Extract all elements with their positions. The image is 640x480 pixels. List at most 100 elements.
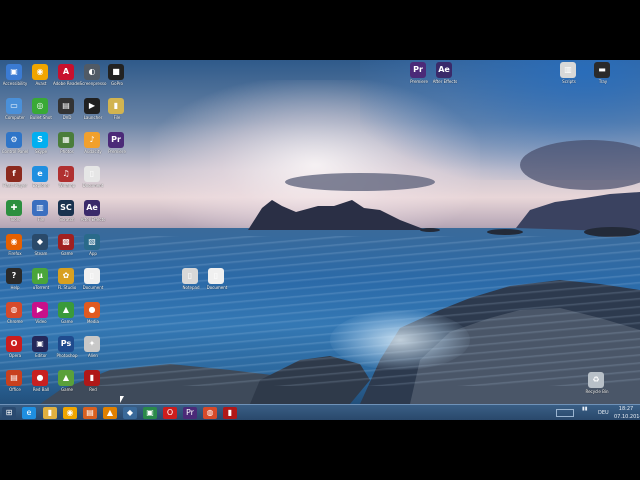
app-icon[interactable]: ◆ xyxy=(123,407,137,419)
desktop-icon-glyph: f xyxy=(6,166,22,182)
island-shape xyxy=(248,200,426,230)
desktop-icon-glyph: ▯ xyxy=(84,166,100,182)
desktop-icon[interactable]: Pr Premiere xyxy=(104,132,130,162)
desktop-icon-glyph: ▭ xyxy=(6,98,22,114)
chrome-icon[interactable]: ◍ xyxy=(203,407,217,419)
desktop-icon-glyph: ◍ xyxy=(6,302,22,318)
desktop-icon-label: Media xyxy=(86,319,99,324)
rock-shape xyxy=(487,229,523,235)
desktop-icon-glyph: ▮ xyxy=(108,98,124,114)
desktop-icon-label: Document xyxy=(82,285,104,290)
desktop-icon-glyph: ✦ xyxy=(84,336,100,352)
ie-icon[interactable]: e xyxy=(22,407,36,419)
desktop-icon-label: Red xyxy=(89,387,97,392)
desktop-icon-glyph: ▮ xyxy=(84,370,100,386)
desktop-icon-label: Document xyxy=(206,285,228,290)
start-button[interactable]: ⊞ xyxy=(2,407,16,419)
wallpaper-foam xyxy=(330,310,470,370)
desktop-icon-label: After Effects xyxy=(80,217,106,222)
chart-icon[interactable]: ▤ xyxy=(83,407,97,419)
mountain-shape xyxy=(516,192,640,232)
desktop-icon-label: App xyxy=(89,251,97,256)
desktop-icon-glyph: ▦ xyxy=(58,132,74,148)
desktop-icon[interactable]: ▯ Document xyxy=(80,268,106,298)
desktop-icon-glyph: ▤ xyxy=(58,98,74,114)
desktop-icon-label: Recycle Bin xyxy=(585,389,609,394)
vlc-icon[interactable]: ▲ xyxy=(103,407,117,419)
desktop-icon-label: Premiere xyxy=(108,149,126,154)
desktop-icon-glyph: O xyxy=(6,336,22,352)
desktop-icon-glyph: SC xyxy=(58,200,74,216)
desktop-icon-glyph: ✚ xyxy=(6,200,22,216)
desktop-icon-glyph: ▩ xyxy=(58,234,74,250)
desktop-icon[interactable]: Ae After Effects xyxy=(80,200,106,230)
desktop-icon-label: Tray xyxy=(598,79,608,84)
desktop-icon-glyph: ♪ xyxy=(84,132,100,148)
desktop-icon-glyph: ⚙ xyxy=(6,132,22,148)
desktop-icon-label: After Effects xyxy=(432,79,458,84)
desktop-icon-glyph: ◐ xyxy=(84,64,100,80)
letterbox-top xyxy=(0,0,640,60)
desktop-icon[interactable]: ▮ File xyxy=(104,98,130,128)
desktop-icon-glyph: ✿ xyxy=(58,268,74,284)
desktop-icon-glyph: ● xyxy=(84,302,100,318)
desktop-icon-glyph: ▯ xyxy=(208,268,224,284)
desktop-icon-glyph: ▣ xyxy=(6,64,22,80)
desktop-icon[interactable]: ▬ Tray xyxy=(590,62,616,92)
desktop-icon[interactable]: ♻ Recycle Bin xyxy=(584,372,610,402)
desktop-icon-glyph: ▬ xyxy=(594,62,610,78)
desktop-icon-glyph: A xyxy=(58,64,74,80)
desktop-icon-glyph: ♫ xyxy=(58,166,74,182)
desktop[interactable]: ▣ Accessibility ◉ Avast A Adobe Reader ◐ Screen… xyxy=(0,60,640,404)
desktop-icon[interactable]: ▧ App xyxy=(80,234,106,264)
green-icon[interactable]: ▣ xyxy=(143,407,157,419)
desktop-icon-glyph: ◎ xyxy=(32,98,48,114)
desktop-icon-glyph: ▥ xyxy=(32,200,48,216)
desktop-icon-label: File xyxy=(113,115,121,120)
desktop-icon[interactable]: ▥ Scripts xyxy=(556,62,582,92)
desktop-icon-glyph: Ps xyxy=(58,336,74,352)
desktop-icon-glyph: ▧ xyxy=(84,234,100,250)
desktop-icon[interactable]: Ae After Effects xyxy=(432,62,458,92)
desktop-icon[interactable]: ▮ Red xyxy=(80,370,106,400)
desktop-icon-glyph: ▶ xyxy=(84,98,100,114)
media-icon[interactable]: ◉ xyxy=(63,407,77,419)
rock-shape xyxy=(420,228,440,232)
desktop-icon-glyph: ▲ xyxy=(58,370,74,386)
desktop-icon[interactable]: ■ GoPro xyxy=(104,64,130,94)
desktop-icon-glyph: ▲ xyxy=(58,302,74,318)
desktop-icon[interactable]: ● Media xyxy=(80,302,106,332)
premiere-icon[interactable]: Pr xyxy=(183,407,197,419)
desktop-icon-glyph: ▤ xyxy=(6,370,22,386)
desktop-icon-glyph: ■ xyxy=(108,64,124,80)
desktop-icon-label: Alien xyxy=(88,353,98,358)
desktop-icon[interactable]: ▯ Document xyxy=(204,268,230,298)
desktop-icon[interactable]: ▯ Document xyxy=(80,166,106,196)
tray-time: 18:27 xyxy=(618,406,634,412)
desktop-icon-label: Document xyxy=(82,183,104,188)
desktop-icon-glyph: Pr xyxy=(410,62,426,78)
tray-network-icon[interactable]: ▮▮ xyxy=(582,405,588,421)
desktop-icon-glyph: ▣ xyxy=(32,336,48,352)
desktop-icon-glyph: e xyxy=(32,166,48,182)
tray-clock[interactable]: 18:27 07.10.2014 xyxy=(614,405,640,421)
keyboard-icon[interactable] xyxy=(556,409,574,417)
desktop-icon-glyph: Ae xyxy=(84,200,100,216)
folder-icon[interactable]: ▮ xyxy=(43,407,57,419)
desktop-icon-glyph: ▯ xyxy=(84,268,100,284)
desktop-icon-glyph: Pr xyxy=(108,132,124,148)
desktop-icon-glyph: ? xyxy=(6,268,22,284)
opera-icon[interactable]: O xyxy=(163,407,177,419)
desktop-icon[interactable]: ✦ Alien xyxy=(80,336,106,366)
red-icon[interactable]: ▮ xyxy=(223,407,237,419)
taskbar: ⊞ e ▮ ◉ ▤ ▲ ◆ ▣ O Pr ◍ ▮ ▮▮ DEU 18:27 07.10.2014 xyxy=(0,404,640,420)
desktop-icon-glyph: ♻ xyxy=(588,372,604,388)
desktop-icon-glyph: ◉ xyxy=(32,64,48,80)
desktop-icon-glyph: Ae xyxy=(436,62,452,78)
desktop-icon-glyph: µ xyxy=(32,268,48,284)
desktop-icon-glyph: S xyxy=(32,132,48,148)
mouse-cursor xyxy=(120,396,124,403)
desktop-icon-glyph: ▶ xyxy=(32,302,48,318)
desktop-icon-glyph: ◆ xyxy=(32,234,48,250)
desktop-icon-glyph: ▥ xyxy=(560,62,576,78)
